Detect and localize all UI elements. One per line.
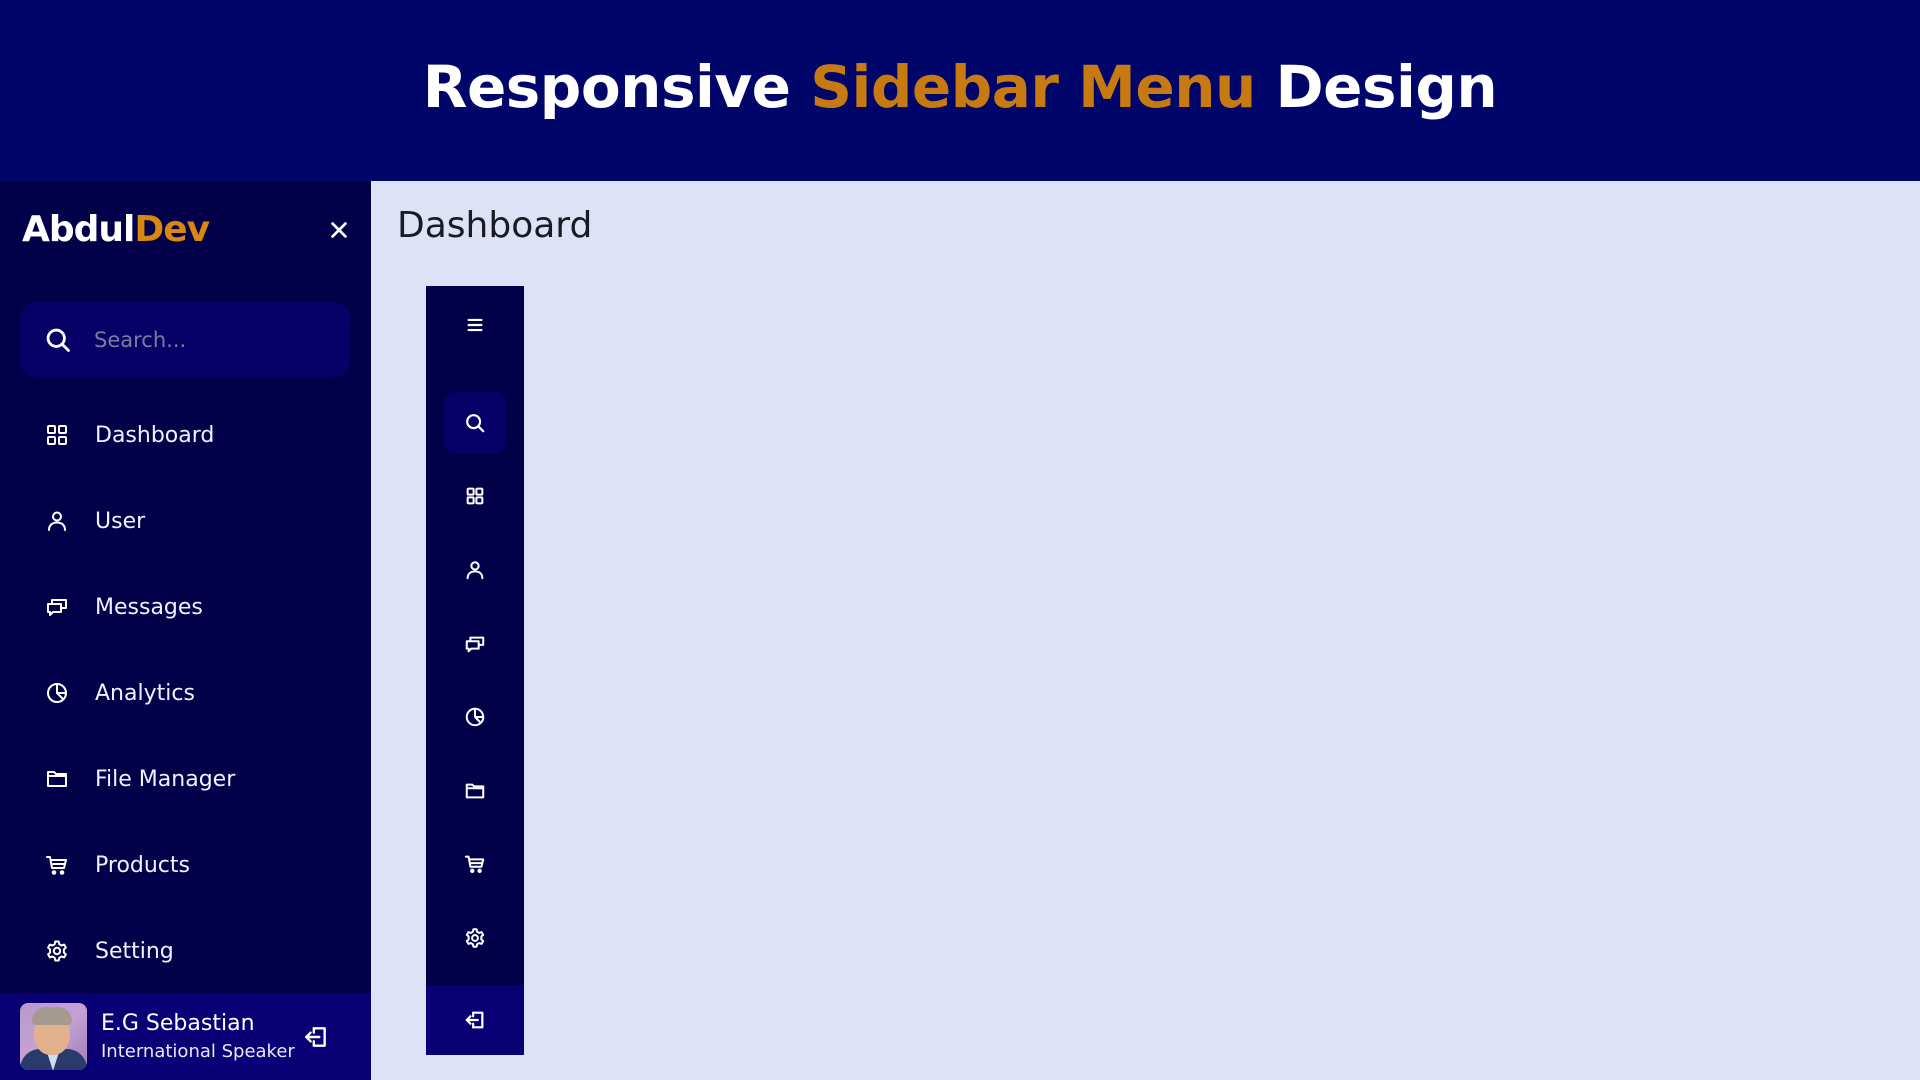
search-input[interactable] xyxy=(94,319,334,360)
pie-chart-icon xyxy=(465,707,485,727)
sidebar-item-dashboard[interactable]: Dashboard xyxy=(0,392,371,478)
rail-item-products[interactable] xyxy=(444,833,506,895)
sidebar-item-label: Dashboard xyxy=(95,422,215,448)
sidebar-header: AbdulDev xyxy=(22,205,352,255)
gear-icon xyxy=(47,940,67,962)
banner-title-accent: Sidebar Menu xyxy=(810,52,1256,121)
sidebar-item-setting[interactable]: Setting xyxy=(0,908,371,994)
cart-icon xyxy=(46,856,67,875)
pie-chart-icon xyxy=(47,683,67,703)
sidebar-item-products[interactable]: Products xyxy=(0,822,371,908)
rail-item-messages[interactable] xyxy=(444,613,506,675)
sidebar-item-label: Messages xyxy=(95,594,203,620)
search-icon xyxy=(46,328,70,352)
rail-item-analytics[interactable] xyxy=(444,686,506,748)
logo[interactable]: AbdulDev xyxy=(22,205,352,255)
page-title: Dashboard xyxy=(397,205,593,246)
user-profile: E.G Sebastian International Speaker xyxy=(0,993,371,1080)
sidebar: AbdulDev Dashboard User Messages Analyti… xyxy=(0,181,371,1080)
search-box[interactable] xyxy=(20,302,350,377)
profile-info: E.G Sebastian International Speaker xyxy=(101,1009,301,1065)
sidebar-item-analytics[interactable]: Analytics xyxy=(0,650,371,736)
rail-item-dashboard[interactable] xyxy=(444,465,506,527)
folder-icon xyxy=(47,771,67,787)
gear-icon xyxy=(465,928,485,948)
sidebar-item-file-manager[interactable]: File Manager xyxy=(0,736,371,822)
user-icon xyxy=(48,511,66,531)
folder-icon xyxy=(465,783,485,799)
rail-item-file-manager[interactable] xyxy=(444,760,506,822)
sidebar-item-label: Products xyxy=(95,852,190,878)
banner-title: Responsive Sidebar Menu Design xyxy=(422,52,1498,121)
close-icon xyxy=(331,222,347,238)
menu-icon xyxy=(467,318,483,332)
user-icon xyxy=(466,561,484,580)
sidebar-menu: Dashboard User Messages Analytics File M… xyxy=(0,392,371,994)
rail-item-user[interactable] xyxy=(444,539,506,601)
banner-title-part2: Design xyxy=(1255,52,1498,121)
page-banner: Responsive Sidebar Menu Design xyxy=(0,0,1920,181)
logo-text: Abdul xyxy=(22,209,135,250)
rail-logout-button[interactable] xyxy=(426,985,524,1055)
logout-icon xyxy=(465,1011,484,1029)
collapsed-sidebar xyxy=(426,286,524,1055)
sidebar-item-messages[interactable]: Messages xyxy=(0,564,371,650)
grid-icon xyxy=(466,487,484,505)
sidebar-item-label: File Manager xyxy=(95,766,236,792)
sidebar-item-user[interactable]: User xyxy=(0,478,371,564)
cart-icon xyxy=(464,855,485,874)
banner-title-part1: Responsive xyxy=(422,52,811,121)
close-sidebar-button[interactable] xyxy=(328,219,352,243)
sidebar-item-label: User xyxy=(95,508,146,534)
logo-accent: Dev xyxy=(134,209,210,250)
rail-item-setting[interactable] xyxy=(444,907,506,969)
logout-button[interactable] xyxy=(303,1024,329,1050)
search-icon xyxy=(466,414,485,433)
messages-icon xyxy=(47,599,67,616)
profile-name: E.G Sebastian xyxy=(101,1010,255,1036)
messages-icon xyxy=(465,636,485,653)
logout-icon xyxy=(305,1026,326,1047)
sidebar-item-label: Analytics xyxy=(95,680,195,706)
profile-role: International Speaker xyxy=(101,1040,295,1062)
rail-search-button[interactable] xyxy=(444,392,506,454)
sidebar-item-label: Setting xyxy=(95,938,174,964)
avatar[interactable] xyxy=(20,1003,87,1070)
grid-icon xyxy=(47,425,67,445)
menu-toggle-button[interactable] xyxy=(444,294,506,356)
